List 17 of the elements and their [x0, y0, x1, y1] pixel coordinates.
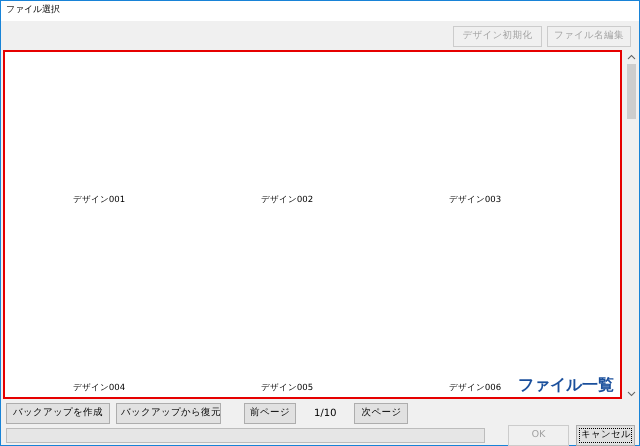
cancel-button[interactable]: キャンセル [576, 424, 635, 446]
file-label[interactable]: デザイン001 [72, 194, 126, 207]
scroll-down-icon[interactable] [627, 390, 636, 397]
list-annotation: ファイル一覧 [518, 376, 614, 393]
file-label[interactable]: デザイン003 [448, 194, 502, 207]
file-label[interactable]: デザイン005 [260, 382, 314, 395]
file-label[interactable]: デザイン002 [260, 194, 314, 207]
window-title: ファイル選択 [6, 4, 60, 18]
next-page-button[interactable]: 次ページ [354, 402, 408, 424]
scroll-thumb[interactable] [627, 64, 636, 119]
scroll-up-icon[interactable] [627, 54, 636, 60]
backup-button[interactable]: バックアップから復元 [116, 402, 221, 424]
file-label[interactable]: デザイン006 [448, 382, 502, 395]
file-label[interactable]: デザイン004 [72, 382, 126, 395]
page-indicator: 1/10 [314, 406, 336, 421]
backup-button[interactable]: バックアップを作成 [6, 402, 110, 424]
previous-page-button[interactable]: 前ページ [244, 402, 296, 424]
